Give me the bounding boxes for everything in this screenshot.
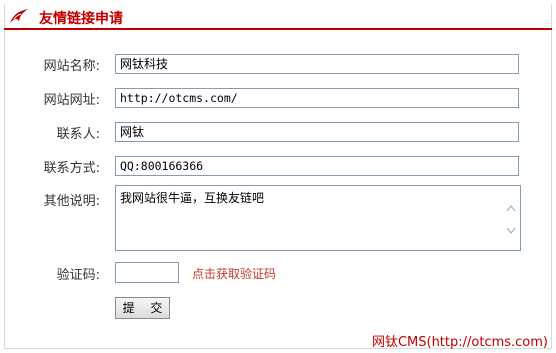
submit-button[interactable]: 提 交 — [115, 297, 170, 319]
contact-label: 联系人: — [56, 127, 100, 142]
textarea-scrollbar[interactable] — [503, 187, 519, 249]
site-url-label: 网站网址: — [43, 93, 100, 108]
get-captcha-link[interactable]: 点击获取验证码 — [192, 265, 276, 282]
page-title: 友情链接申请 — [39, 11, 123, 27]
other-note-text: 我网站很牛逼，互换友链吧 — [120, 191, 265, 205]
panel-header: 友情链接申请 — [4, 4, 552, 30]
footer-credit[interactable]: 网钛CMS(http://otcms.com) — [372, 331, 548, 350]
contact-input[interactable]: 网钛 — [115, 122, 519, 142]
scroll-down-icon[interactable] — [506, 227, 516, 235]
site-name-label: 网站名称: — [43, 59, 100, 74]
site-name-input[interactable]: 网钛科技 — [115, 54, 519, 74]
captcha-label: 验证码: — [56, 268, 100, 283]
contact-method-input[interactable]: QQ:800166366 — [115, 156, 519, 176]
other-note-label: 其他说明: — [43, 194, 100, 209]
brand-logo-icon — [10, 9, 28, 23]
header-divider — [4, 28, 552, 30]
contact-method-label: 联系方式: — [43, 161, 100, 176]
other-note-textarea[interactable]: 我网站很牛逼，互换友链吧 — [115, 185, 521, 251]
captcha-input[interactable] — [115, 262, 179, 283]
site-url-input[interactable]: http://otcms.com/ — [115, 88, 519, 108]
scroll-up-icon[interactable] — [506, 204, 516, 212]
